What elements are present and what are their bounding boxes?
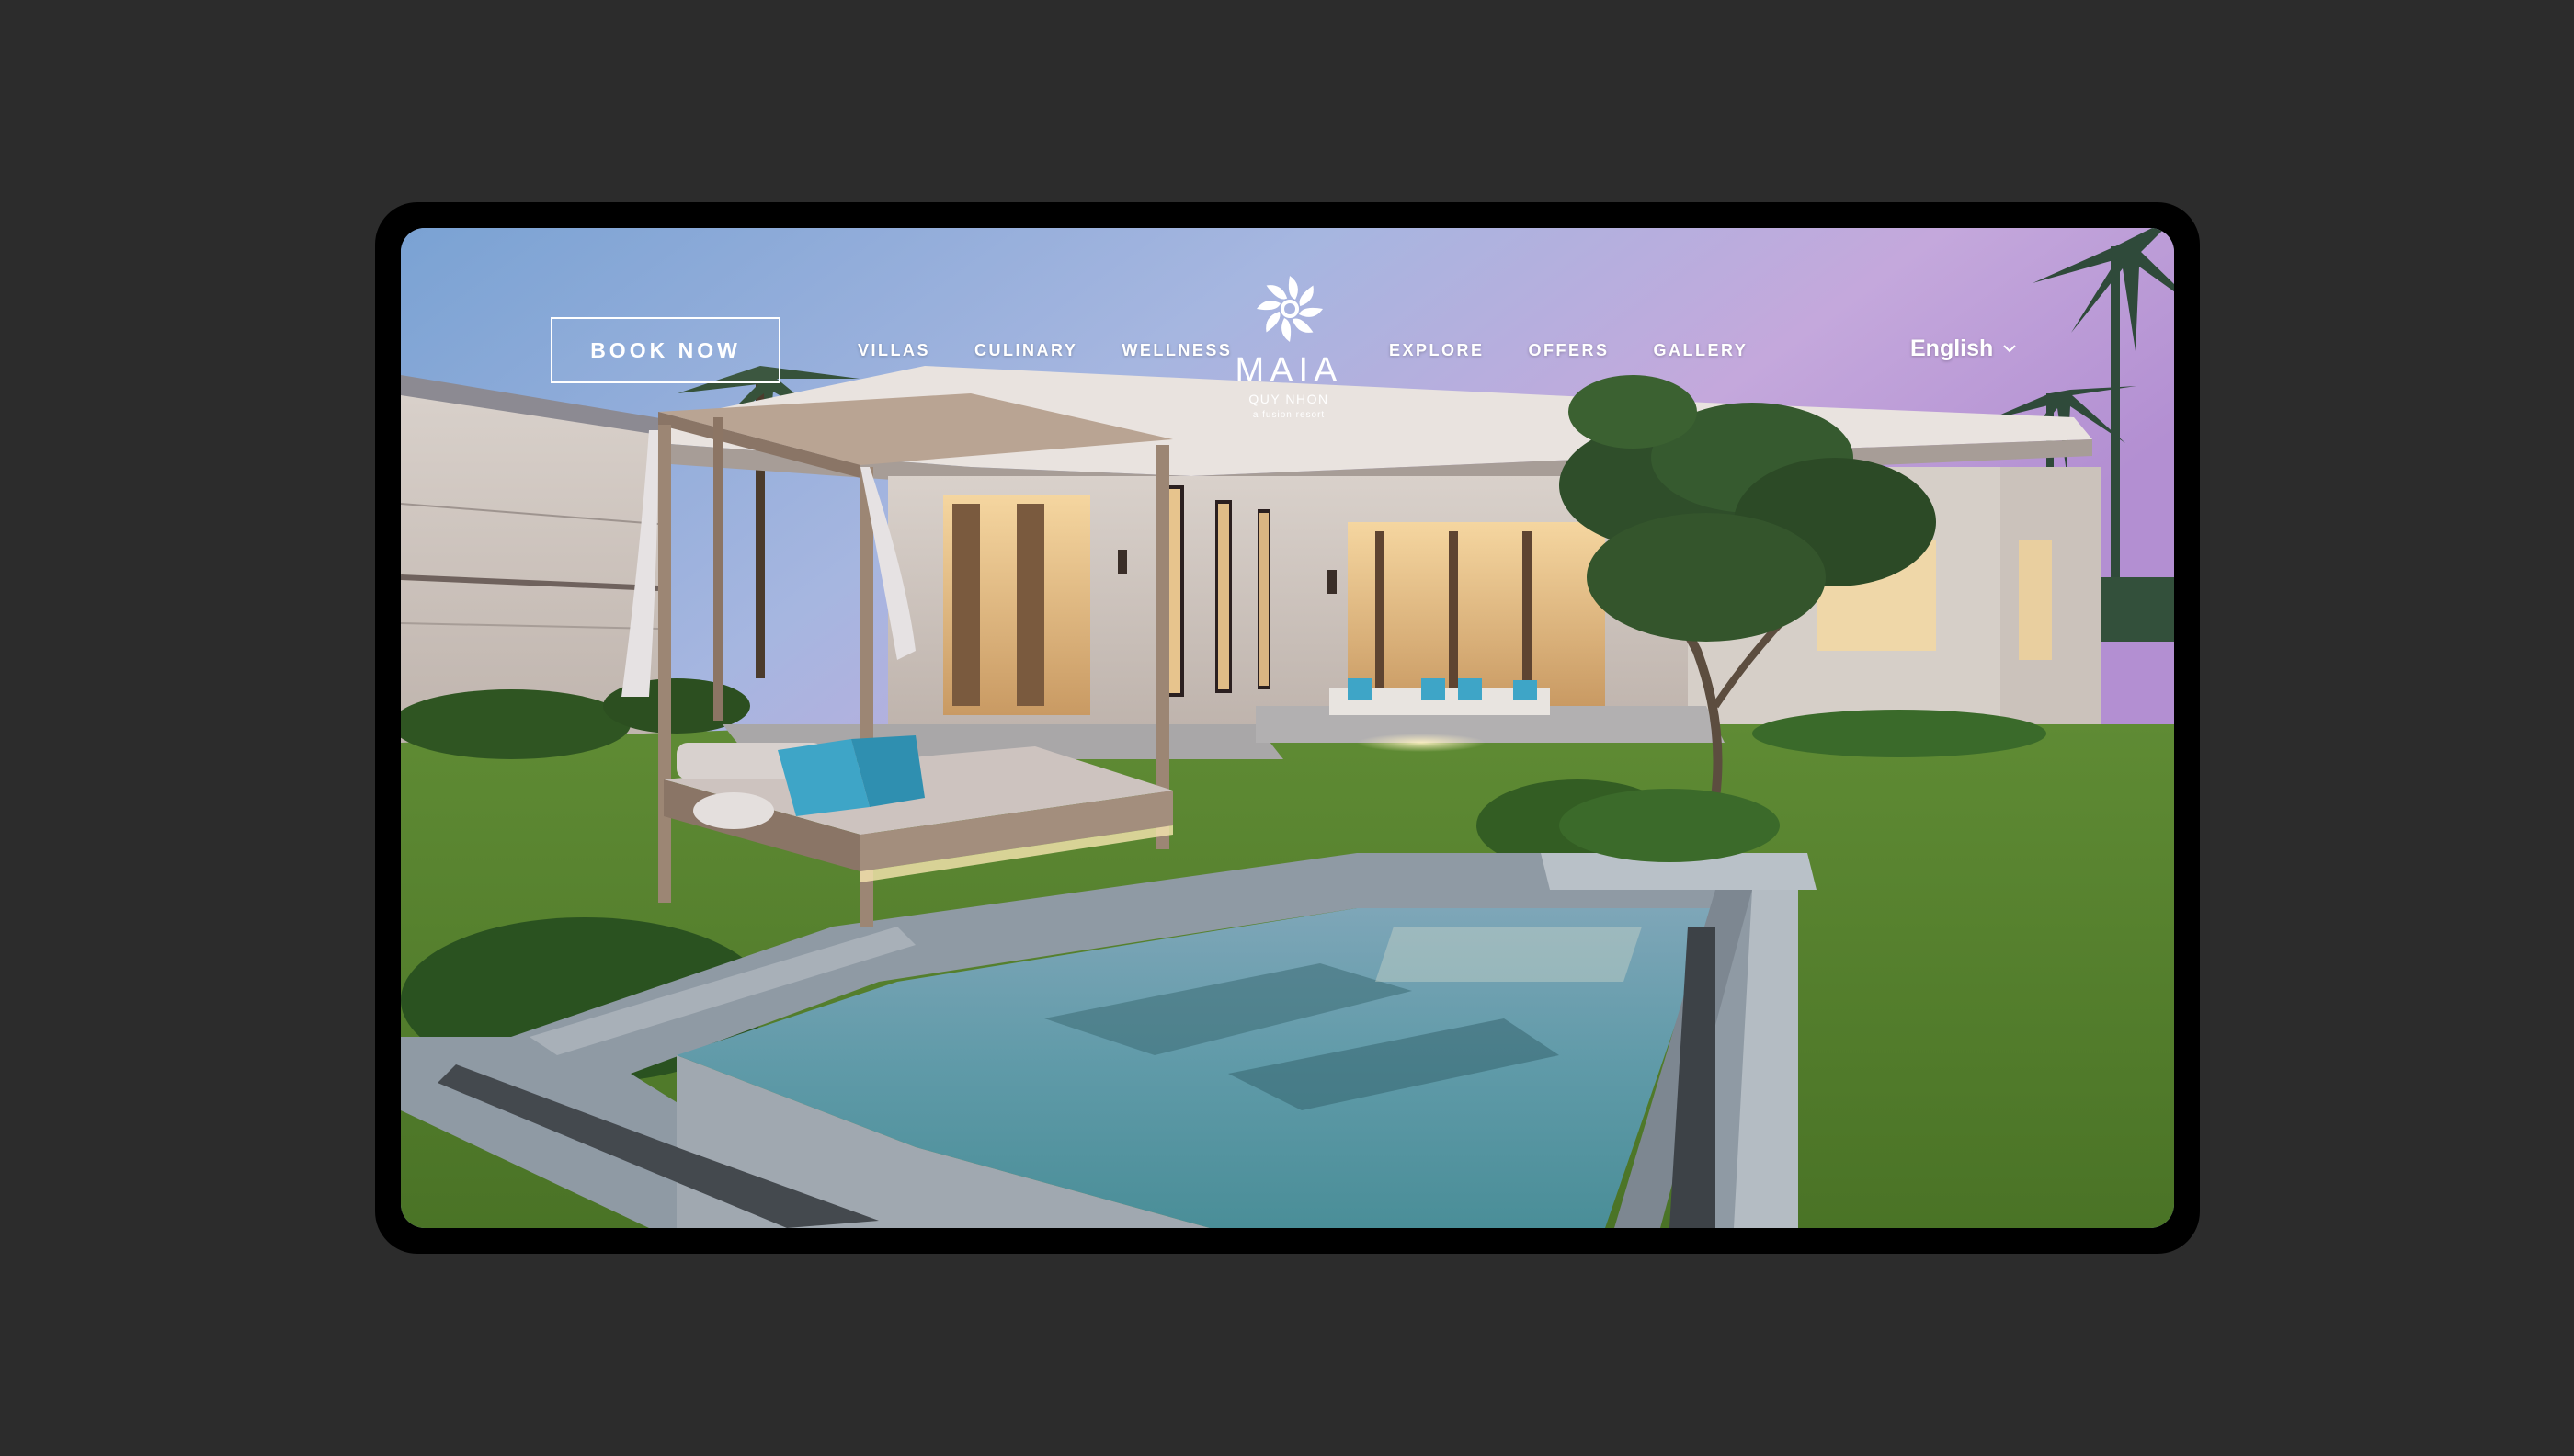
nav-item-culinary[interactable]: CULINARY [974,341,1077,360]
chevron-down-icon [2003,345,2017,353]
book-now-button[interactable]: BOOK NOW [551,317,780,383]
nav-left: VILLAS CULINARY WELLNESS [858,336,1232,364]
book-now-label: BOOK NOW [590,337,741,362]
logo-subtitle: QUY NHON [1248,392,1329,406]
language-selector[interactable]: English [1910,333,2017,364]
language-label: English [1910,335,1994,361]
flower-icon [1257,276,1323,342]
nav-item-offers[interactable]: OFFERS [1529,341,1610,360]
nav-right: EXPLORE OFFERS GALLERY [1389,336,1748,364]
nav-item-gallery[interactable]: GALLERY [1654,341,1748,360]
nav-item-villas[interactable]: VILLAS [858,341,930,360]
site-logo[interactable]: MAIA QUY NHON a fusion resort [1211,272,1367,430]
page-background: BOOK NOW VILLAS CULINARY WELLNESS MAIA Q… [0,0,2574,1456]
nav-item-explore[interactable]: EXPLORE [1389,341,1485,360]
logo-name: MAIA [1235,351,1343,390]
logo-tagline: a fusion resort [1252,410,1326,420]
website-viewport: BOOK NOW VILLAS CULINARY WELLNESS MAIA Q… [401,228,2174,1228]
